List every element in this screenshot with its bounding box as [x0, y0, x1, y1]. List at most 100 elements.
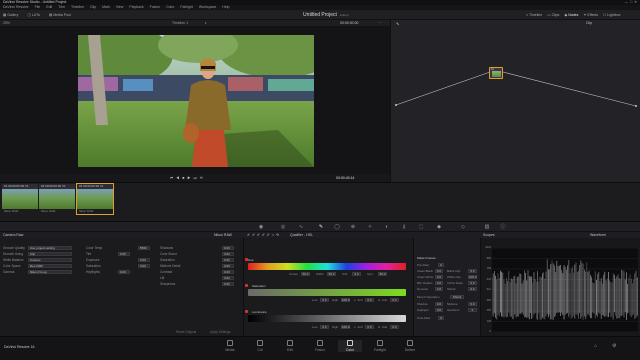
scopes-icon[interactable]: ▥ [484, 224, 490, 230]
hue-soft-value[interactable]: 0.0 [352, 272, 361, 276]
sat-high-value[interactable]: 100.0 [341, 298, 350, 302]
toolbar-effects-button[interactable]: ✦ Effects [583, 10, 598, 20]
matte-row-value[interactable]: 0.0 [468, 281, 477, 285]
matte-row-value[interactable]: 0.0 [435, 302, 443, 306]
toolbar-lightbox-button[interactable]: ☐ Lightbox [603, 10, 620, 20]
menu-item-fusion[interactable]: Fusion [150, 5, 161, 9]
magic-mask-icon[interactable]: ✧ [367, 224, 373, 230]
toolbar-gallery-button[interactable]: ▦ Gallery [3, 10, 18, 20]
toolbar-nodes-button[interactable]: ◈ Nodes [565, 10, 579, 20]
tracker-icon[interactable]: ⊕ [350, 224, 356, 230]
exposure-value[interactable]: 0.00 [138, 258, 150, 262]
keyframes-icon[interactable]: ◇ [460, 224, 466, 230]
lum-high-value[interactable]: 100.0 [341, 325, 350, 329]
matte-row-value[interactable]: 0 [468, 308, 477, 312]
reset-original-button[interactable]: Reset Original [176, 330, 196, 334]
home-icon[interactable]: ⌂ [594, 343, 597, 349]
menu-item-clip[interactable]: Clip [90, 5, 96, 9]
reset-icon[interactable]: ⟲ [276, 233, 281, 237]
sat-hsoft-value[interactable]: 0.0 [390, 298, 399, 302]
zoom-level[interactable]: 25% [3, 20, 10, 27]
hue-slider[interactable] [248, 263, 406, 270]
menu-item-edit[interactable]: Edit [46, 5, 52, 9]
decode-quality-select[interactable]: Use project setting [28, 246, 72, 250]
gamma-select[interactable]: Nikon N-Log [28, 270, 72, 274]
window-icon[interactable]: ◯ [334, 224, 340, 230]
saturation2-value[interactable]: 0.00 [222, 258, 234, 262]
menu-item-playback[interactable]: Playback [129, 5, 143, 9]
matte-row-value[interactable]: 0.0 [435, 308, 443, 312]
lift-value[interactable]: 0.00 [222, 276, 234, 280]
decode-using-select[interactable]: Clip [28, 252, 72, 256]
node-editor[interactable]: Clip ⬉ 01 [390, 20, 640, 182]
matte-row-value[interactable]: 0.0 [468, 269, 477, 273]
menu-item-help[interactable]: Help [222, 5, 229, 9]
page-media-button[interactable]: Media [218, 340, 242, 352]
info-icon[interactable]: ⓘ [500, 224, 506, 230]
color-space-select[interactable]: Rec.2020 [28, 264, 72, 268]
loop-icon[interactable]: ⟲ [200, 176, 206, 180]
page-color-button[interactable]: Color [338, 340, 362, 352]
menu-item-fairlight[interactable]: Fairlight [180, 5, 192, 9]
midtone-detail-value[interactable]: 0.00 [222, 264, 234, 268]
menu-item-resolve[interactable]: DaVinci Resolve [3, 5, 29, 9]
contrast-value[interactable]: 0.00 [222, 270, 234, 274]
toolbar-luts-button[interactable]: ◫ LUTs [28, 10, 40, 20]
chevron-down-icon[interactable]: ▾ [205, 20, 207, 27]
clip-thumbnail-selected[interactable]: 03 00:00:00:00 V1 Nikon RAW [76, 183, 114, 215]
3d-icon[interactable]: ◆ [436, 224, 442, 230]
saturation-slider[interactable] [248, 289, 406, 296]
qualifier-icon[interactable]: ✎ [318, 224, 324, 230]
hue-enable-toggle[interactable] [245, 258, 248, 261]
corrector-node[interactable]: 01 [489, 67, 503, 79]
menu-item-trim[interactable]: Trim [58, 5, 65, 9]
sizing-icon[interactable]: ⬚ [418, 224, 424, 230]
matte-row-value[interactable]: 100.0 [468, 275, 477, 279]
highlights-value[interactable]: 0.00 [118, 270, 130, 274]
matte-row-value[interactable]: 0.0 [435, 281, 443, 285]
matte-row-value[interactable]: 0.0 [435, 287, 443, 291]
page-cut-button[interactable]: Cut [248, 340, 272, 352]
curves-icon[interactable]: ∿ [298, 224, 304, 230]
saturation-enable-toggle[interactable] [245, 284, 248, 287]
matte-row-value[interactable]: 0.0 [435, 269, 443, 273]
saturation-value[interactable]: 0.00 [138, 264, 150, 268]
tint-value[interactable]: 0.00 [118, 252, 130, 256]
color-boost-value[interactable]: 0.00 [222, 252, 234, 256]
clip-thumbnail[interactable]: 02 00:00:00:00 V1 Nikon RAW [39, 184, 75, 214]
sat-lsoft-value[interactable]: 0.0 [365, 298, 374, 302]
menu-item-timeline[interactable]: Timeline [71, 5, 84, 9]
page-fairlight-button[interactable]: Fairlight [368, 340, 392, 352]
toolbar-clips-button[interactable]: ▭ Clips [547, 10, 559, 20]
morph-operation-select[interactable]: Shrink [450, 295, 464, 299]
page-edit-button[interactable]: Edit [278, 340, 302, 352]
blur-icon[interactable]: ◐ [384, 224, 390, 230]
color-temp-value[interactable]: 5560 [138, 246, 150, 250]
page-deliver-button[interactable]: Deliver [398, 340, 422, 352]
matte-row-value[interactable]: 0.0 [468, 287, 477, 291]
page-fusion-button[interactable]: Fusion [308, 340, 332, 352]
hue-width-value[interactable]: 50.0 [327, 272, 336, 276]
menu-item-color[interactable]: Color [166, 5, 174, 9]
matte-row-value[interactable]: 0 [438, 316, 444, 320]
hue-sym-value[interactable]: 50.0 [378, 272, 387, 276]
viewer-options-icon[interactable]: ⋯ [378, 20, 382, 27]
toolbar-media-pool-button[interactable]: ▤ Media Pool [49, 10, 71, 20]
menu-item-mark[interactable]: Mark [102, 5, 110, 9]
toolbar-timeline-button[interactable]: ≡ Timeline [526, 10, 542, 20]
shadows-value[interactable]: 0.00 [222, 246, 234, 250]
sat-low-value[interactable]: 0.0 [320, 298, 329, 302]
luminance-enable-toggle[interactable] [245, 310, 248, 313]
matte-row-value[interactable]: 0 [438, 263, 444, 267]
menu-item-file[interactable]: File [35, 5, 41, 9]
matte-row-value[interactable]: 0.0 [435, 275, 443, 279]
apply-settings-button[interactable]: Apply Settings [210, 330, 230, 334]
key-icon[interactable]: ⚷ [401, 224, 407, 230]
lum-low-value[interactable]: 0.0 [320, 325, 329, 329]
white-balance-select[interactable]: Custom [28, 258, 72, 262]
clip-thumbnail[interactable]: 01 00:00:00:00 V1 Nikon RAW [2, 184, 38, 214]
menu-item-workspace[interactable]: Workspace [199, 5, 216, 9]
timeline-name[interactable]: Timeline 1 [172, 20, 188, 27]
settings-gear-icon[interactable]: ⚙ [612, 343, 616, 349]
lum-lsoft-value[interactable]: 0.0 [365, 325, 374, 329]
